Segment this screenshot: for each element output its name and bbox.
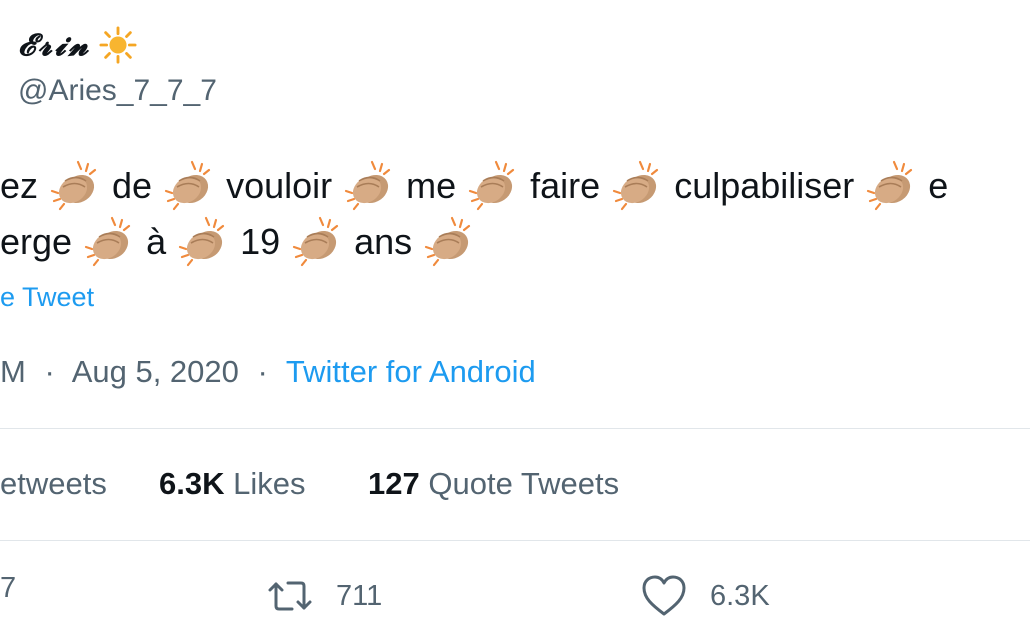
tweet-time[interactable]: M <box>0 354 26 389</box>
retweet-count: 711 <box>336 579 383 612</box>
tweet-word: ez <box>0 165 39 206</box>
author-display-name[interactable]: 𝓔𝓻𝓲𝓷 <box>18 26 137 64</box>
tweet-detail: 𝓔𝓻𝓲𝓷 @Aries_7_7_7 ez de vouloir me faire culp… <box>0 0 1030 640</box>
likes-count: 6.3K <box>159 466 225 501</box>
tweet-word: vouloir <box>226 165 333 206</box>
divider <box>0 428 1030 429</box>
quote-tweets-stat[interactable]: 127 Quote Tweets <box>368 466 619 502</box>
tweet-text-line-1: ez de vouloir me faire culpabiliser e <box>0 158 948 214</box>
author-handle[interactable]: @Aries_7_7_7 <box>18 74 217 108</box>
like-button[interactable]: 6.3K <box>640 572 770 620</box>
quotes-label: Quote Tweets <box>428 466 620 501</box>
tweet-source-link[interactable]: Twitter for Android <box>286 354 536 389</box>
divider <box>0 540 1030 541</box>
tweet-text: ez de vouloir me faire culpabiliser e erge à 19 a… <box>0 158 948 270</box>
tweet-word: à <box>146 221 167 262</box>
tweet-word: de <box>112 165 153 206</box>
tweet-text-line-2: erge à 19 ans <box>0 214 948 270</box>
reply-action[interactable]: 7 <box>0 572 16 605</box>
tweet-word: 19 <box>240 221 281 262</box>
clapping-hands-icon <box>469 160 515 211</box>
likes-label: Likes <box>233 466 306 501</box>
retweet-button[interactable]: 711 <box>266 572 382 620</box>
quotes-count: 127 <box>368 466 420 501</box>
like-count: 6.3K <box>710 579 770 612</box>
clapping-hands-icon <box>345 160 391 211</box>
clapping-hands-icon <box>164 160 211 211</box>
tweet-meta: M · Aug 5, 2020 · Twitter for Android <box>0 354 546 390</box>
meta-separator: · <box>257 354 268 389</box>
tweet-word: faire <box>530 165 601 206</box>
tweet-date[interactable]: Aug 5, 2020 <box>72 354 239 389</box>
clapping-hands-icon <box>178 216 225 267</box>
retweets-stat[interactable]: etweets <box>0 466 107 502</box>
clapping-hands-icon <box>84 216 131 267</box>
tweet-actions: 7 711 6.3K <box>0 572 1030 622</box>
heart-icon <box>642 575 686 616</box>
clapping-hands-icon <box>613 160 659 211</box>
clapping-hands-icon <box>50 160 97 211</box>
reply-count: 7 <box>0 572 17 604</box>
tweet-word: erge <box>0 221 73 262</box>
meta-separator: · <box>44 354 55 389</box>
tweet-word: culpabiliser <box>674 165 855 206</box>
tweet-word: me <box>406 165 457 206</box>
retweets-label: etweets <box>0 466 107 501</box>
likes-stat[interactable]: 6.3K Likes <box>159 466 305 502</box>
tweet-word: ans <box>354 221 413 262</box>
retweet-icon <box>268 581 312 611</box>
sun-icon <box>99 26 137 64</box>
author-name-text: 𝓔𝓻𝓲𝓷 <box>18 27 92 63</box>
clapping-hands-icon <box>867 160 913 211</box>
translate-tweet-link[interactable]: e Tweet <box>0 282 94 313</box>
tweet-word: e <box>928 165 949 206</box>
clapping-hands-icon <box>293 216 339 267</box>
clapping-hands-icon <box>425 216 471 267</box>
